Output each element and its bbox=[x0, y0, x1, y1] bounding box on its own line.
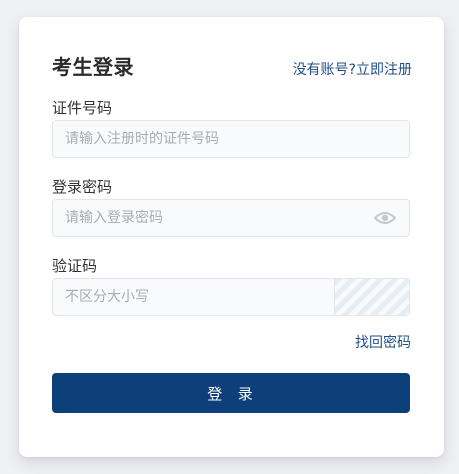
captcha-image[interactable] bbox=[334, 279, 409, 315]
captcha-input[interactable] bbox=[53, 279, 334, 315]
login-button[interactable]: 登 录 bbox=[52, 373, 410, 413]
captcha-label: 验证码 bbox=[52, 257, 98, 275]
id-number-label: 证件号码 bbox=[52, 99, 113, 117]
login-card: 考生登录 没有账号?立即注册 证件号码 登录密码 验证码 找回密码 登 录 bbox=[19, 17, 444, 457]
id-number-input[interactable] bbox=[53, 121, 409, 157]
login-title: 考生登录 bbox=[52, 55, 134, 79]
login-header: 考生登录 没有账号?立即注册 bbox=[52, 51, 412, 80]
register-link[interactable]: 没有账号?立即注册 bbox=[293, 59, 412, 79]
password-label: 登录密码 bbox=[52, 178, 113, 196]
password-input[interactable] bbox=[53, 200, 373, 236]
eye-icon[interactable] bbox=[373, 206, 397, 230]
captcha-field-wrapper bbox=[52, 278, 410, 316]
id-number-field-wrapper bbox=[52, 120, 410, 158]
password-field-wrapper bbox=[52, 199, 410, 237]
forgot-password-link[interactable]: 找回密码 bbox=[355, 332, 411, 352]
